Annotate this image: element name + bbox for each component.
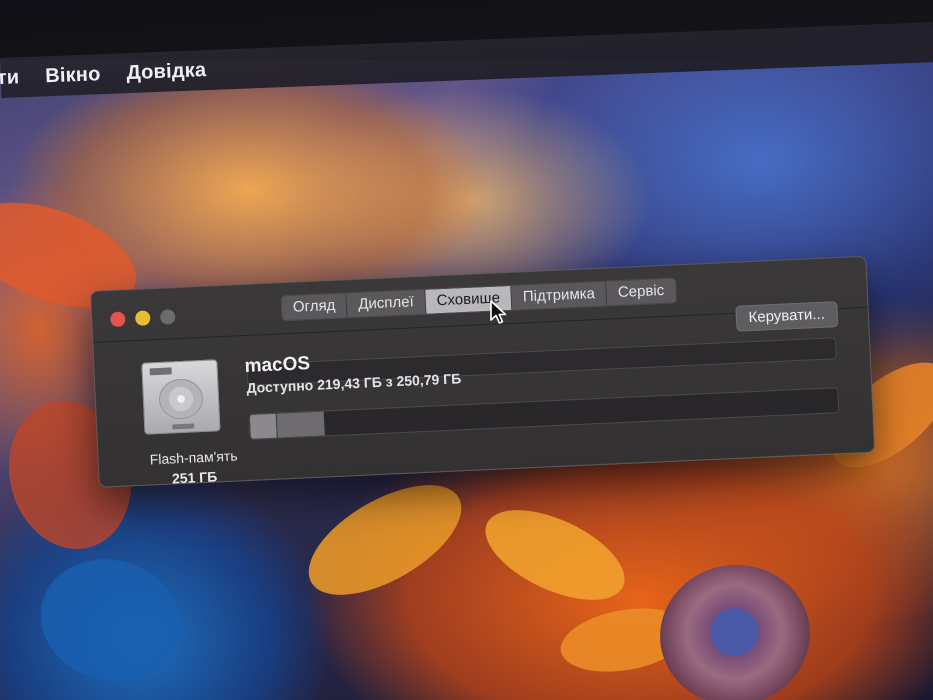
- zoom-button: [159, 309, 176, 325]
- menu-item-help[interactable]: Довідка: [126, 59, 207, 85]
- close-button[interactable]: [109, 311, 126, 328]
- manage-button[interactable]: Керувати...: [735, 301, 839, 332]
- mouse-pointer-icon: [490, 300, 507, 324]
- tab-support[interactable]: Підтримка: [511, 281, 608, 310]
- storage-segment-1: [276, 411, 326, 438]
- about-this-mac-window: Огляд Дисплеї Сховище Підтримка Сервіс К…: [90, 255, 876, 488]
- volume-name: macOS: [244, 353, 311, 378]
- menu-item-window[interactable]: Вікно: [45, 63, 101, 88]
- flower-center: [650, 555, 820, 700]
- tab-bar: Огляд Дисплеї Сховище Підтримка Сервіс: [280, 277, 677, 322]
- minimize-button[interactable]: [134, 310, 151, 326]
- storage-segment-0: [249, 413, 278, 439]
- tab-displays[interactable]: Дисплеї: [346, 289, 427, 318]
- storage-usage-fill: [249, 388, 838, 439]
- tab-service[interactable]: Сервіс: [606, 278, 676, 306]
- device-name: Flash-пам'ять: [149, 447, 238, 468]
- menu-item-truncated[interactable]: ти: [0, 66, 20, 90]
- storage-usage-bar[interactable]: [248, 387, 840, 440]
- window-controls: [109, 309, 176, 328]
- tab-overview[interactable]: Огляд: [281, 293, 348, 321]
- hard-drive-icon: [141, 359, 221, 435]
